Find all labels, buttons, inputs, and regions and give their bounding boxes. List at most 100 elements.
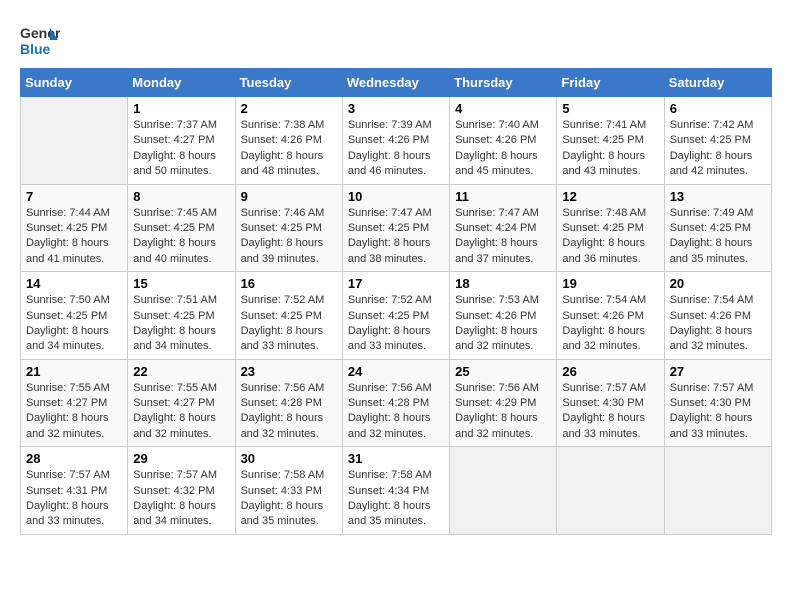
calendar-cell: 12Sunrise: 7:48 AMSunset: 4:25 PMDayligh…	[557, 184, 664, 272]
calendar-cell	[450, 447, 557, 535]
day-info: Sunrise: 7:52 AMSunset: 4:25 PMDaylight:…	[348, 293, 444, 355]
calendar-cell: 28 Sunrise: 7:57 AMSunset: 4:31 PMDayligh…	[21, 447, 128, 535]
day-number: 30	[241, 451, 337, 466]
calendar-cell: 19Sunrise: 7:54 AMSunset: 4:26 PMDayligh…	[557, 272, 664, 360]
calendar-cell: 17Sunrise: 7:52 AMSunset: 4:25 PMDayligh…	[342, 272, 449, 360]
calendar-cell: 8 Sunrise: 7:45 AMSunset: 4:25 PMDaylight…	[128, 184, 235, 272]
calendar-week-5: 28 Sunrise: 7:57 AMSunset: 4:31 PMDayligh…	[21, 447, 772, 535]
weekday-header-wednesday: Wednesday	[342, 69, 449, 97]
day-info: Sunrise: 7:42 AMSunset: 4:25 PMDaylight:…	[670, 118, 766, 180]
calendar-cell: 22 Sunrise: 7:55 AMSunset: 4:27 PMDayligh…	[128, 359, 235, 447]
day-number: 6	[670, 101, 766, 116]
day-number: 12	[562, 189, 658, 204]
day-info: Sunrise: 7:56 AMSunset: 4:28 PMDaylight:…	[348, 381, 444, 443]
calendar-cell: 9 Sunrise: 7:46 AMSunset: 4:25 PMDaylight…	[235, 184, 342, 272]
day-number: 8	[133, 189, 229, 204]
svg-text:Blue: Blue	[20, 41, 51, 57]
calendar-cell: 31 Sunrise: 7:58 AMSunset: 4:34 PMDayligh…	[342, 447, 449, 535]
calendar-cell: 13 Sunrise: 7:49 AMSunset: 4:25 PMDayligh…	[664, 184, 771, 272]
weekday-header-row: SundayMondayTuesdayWednesdayThursdayFrid…	[21, 69, 772, 97]
calendar-cell: 23Sunrise: 7:56 AMSunset: 4:28 PMDayligh…	[235, 359, 342, 447]
day-number: 5	[562, 101, 658, 116]
day-number: 22	[133, 364, 229, 379]
day-number: 1	[133, 101, 229, 116]
calendar-cell: 10 Sunrise: 7:47 AMSunset: 4:25 PMDayligh…	[342, 184, 449, 272]
day-number: 16	[241, 276, 337, 291]
day-info: Sunrise: 7:47 AMSunset: 4:24 PMDaylight:…	[455, 206, 551, 268]
calendar-cell: 1 Sunrise: 7:37 AMSunset: 4:27 PMDaylight…	[128, 97, 235, 185]
day-number: 25	[455, 364, 551, 379]
day-number: 23	[241, 364, 337, 379]
calendar-cell: 6 Sunrise: 7:42 AMSunset: 4:25 PMDaylight…	[664, 97, 771, 185]
day-info: Sunrise: 7:55 AMSunset: 4:27 PMDaylight:…	[133, 381, 229, 443]
calendar-cell: 5 Sunrise: 7:41 AMSunset: 4:25 PMDaylight…	[557, 97, 664, 185]
day-info: Sunrise: 7:41 AMSunset: 4:25 PMDaylight:…	[562, 118, 658, 180]
calendar-cell: 14 Sunrise: 7:50 AMSunset: 4:25 PMDayligh…	[21, 272, 128, 360]
day-number: 21	[26, 364, 122, 379]
day-info: Sunrise: 7:38 AMSunset: 4:26 PMDaylight:…	[241, 118, 337, 180]
day-number: 18	[455, 276, 551, 291]
day-info: Sunrise: 7:55 AMSunset: 4:27 PMDaylight:…	[26, 381, 122, 443]
calendar-cell: 7Sunrise: 7:44 AMSunset: 4:25 PMDaylight…	[21, 184, 128, 272]
day-info: Sunrise: 7:58 AMSunset: 4:34 PMDaylight:…	[348, 468, 444, 530]
day-number: 27	[670, 364, 766, 379]
calendar-week-2: 7Sunrise: 7:44 AMSunset: 4:25 PMDaylight…	[21, 184, 772, 272]
calendar-cell	[557, 447, 664, 535]
day-number: 31	[348, 451, 444, 466]
day-number: 4	[455, 101, 551, 116]
weekday-header-thursday: Thursday	[450, 69, 557, 97]
calendar-cell	[664, 447, 771, 535]
calendar-cell: 30 Sunrise: 7:58 AMSunset: 4:33 PMDayligh…	[235, 447, 342, 535]
day-number: 29	[133, 451, 229, 466]
calendar-cell: 21 Sunrise: 7:55 AMSunset: 4:27 PMDayligh…	[21, 359, 128, 447]
day-number: 26	[562, 364, 658, 379]
day-info: Sunrise: 7:40 AMSunset: 4:26 PMDaylight:…	[455, 118, 551, 180]
day-info: Sunrise: 7:46 AMSunset: 4:25 PMDaylight:…	[241, 206, 337, 268]
calendar-cell: 20 Sunrise: 7:54 AMSunset: 4:26 PMDayligh…	[664, 272, 771, 360]
day-info: Sunrise: 7:49 AMSunset: 4:25 PMDaylight:…	[670, 206, 766, 268]
day-info: Sunrise: 7:54 AMSunset: 4:26 PMDaylight:…	[562, 293, 658, 355]
calendar-cell: 18 Sunrise: 7:53 AMSunset: 4:26 PMDayligh…	[450, 272, 557, 360]
day-info: Sunrise: 7:58 AMSunset: 4:33 PMDaylight:…	[241, 468, 337, 530]
day-info: Sunrise: 7:44 AMSunset: 4:25 PMDaylight:…	[26, 206, 122, 268]
day-number: 9	[241, 189, 337, 204]
weekday-header-sunday: Sunday	[21, 69, 128, 97]
logo: General Blue	[20, 20, 64, 60]
page-header: General Blue	[20, 20, 772, 60]
calendar-cell: 11 Sunrise: 7:47 AMSunset: 4:24 PMDayligh…	[450, 184, 557, 272]
day-info: Sunrise: 7:57 AMSunset: 4:31 PMDaylight:…	[26, 468, 122, 530]
weekday-header-saturday: Saturday	[664, 69, 771, 97]
calendar-week-4: 21 Sunrise: 7:55 AMSunset: 4:27 PMDayligh…	[21, 359, 772, 447]
weekday-header-monday: Monday	[128, 69, 235, 97]
calendar-cell: 26 Sunrise: 7:57 AMSunset: 4:30 PMDayligh…	[557, 359, 664, 447]
calendar-cell	[21, 97, 128, 185]
calendar-cell: 25 Sunrise: 7:56 AMSunset: 4:29 PMDayligh…	[450, 359, 557, 447]
calendar-cell: 2 Sunrise: 7:38 AMSunset: 4:26 PMDaylight…	[235, 97, 342, 185]
day-info: Sunrise: 7:57 AMSunset: 4:30 PMDaylight:…	[562, 381, 658, 443]
day-info: Sunrise: 7:52 AMSunset: 4:25 PMDaylight:…	[241, 293, 337, 355]
weekday-header-tuesday: Tuesday	[235, 69, 342, 97]
day-info: Sunrise: 7:45 AMSunset: 4:25 PMDaylight:…	[133, 206, 229, 268]
day-number: 2	[241, 101, 337, 116]
day-number: 11	[455, 189, 551, 204]
day-number: 20	[670, 276, 766, 291]
day-info: Sunrise: 7:54 AMSunset: 4:26 PMDaylight:…	[670, 293, 766, 355]
day-info: Sunrise: 7:37 AMSunset: 4:27 PMDaylight:…	[133, 118, 229, 180]
day-number: 24	[348, 364, 444, 379]
day-number: 28	[26, 451, 122, 466]
day-info: Sunrise: 7:53 AMSunset: 4:26 PMDaylight:…	[455, 293, 551, 355]
calendar-cell: 4 Sunrise: 7:40 AMSunset: 4:26 PMDaylight…	[450, 97, 557, 185]
day-number: 10	[348, 189, 444, 204]
day-number: 13	[670, 189, 766, 204]
calendar-week-3: 14 Sunrise: 7:50 AMSunset: 4:25 PMDayligh…	[21, 272, 772, 360]
day-number: 14	[26, 276, 122, 291]
day-info: Sunrise: 7:50 AMSunset: 4:25 PMDaylight:…	[26, 293, 122, 355]
day-info: Sunrise: 7:47 AMSunset: 4:25 PMDaylight:…	[348, 206, 444, 268]
calendar-cell: 29Sunrise: 7:57 AMSunset: 4:32 PMDayligh…	[128, 447, 235, 535]
calendar-cell: 16 Sunrise: 7:52 AMSunset: 4:25 PMDayligh…	[235, 272, 342, 360]
calendar-week-1: 1 Sunrise: 7:37 AMSunset: 4:27 PMDaylight…	[21, 97, 772, 185]
day-info: Sunrise: 7:56 AMSunset: 4:29 PMDaylight:…	[455, 381, 551, 443]
calendar-cell: 24 Sunrise: 7:56 AMSunset: 4:28 PMDayligh…	[342, 359, 449, 447]
day-number: 15	[133, 276, 229, 291]
calendar-cell: 3Sunrise: 7:39 AMSunset: 4:26 PMDaylight…	[342, 97, 449, 185]
